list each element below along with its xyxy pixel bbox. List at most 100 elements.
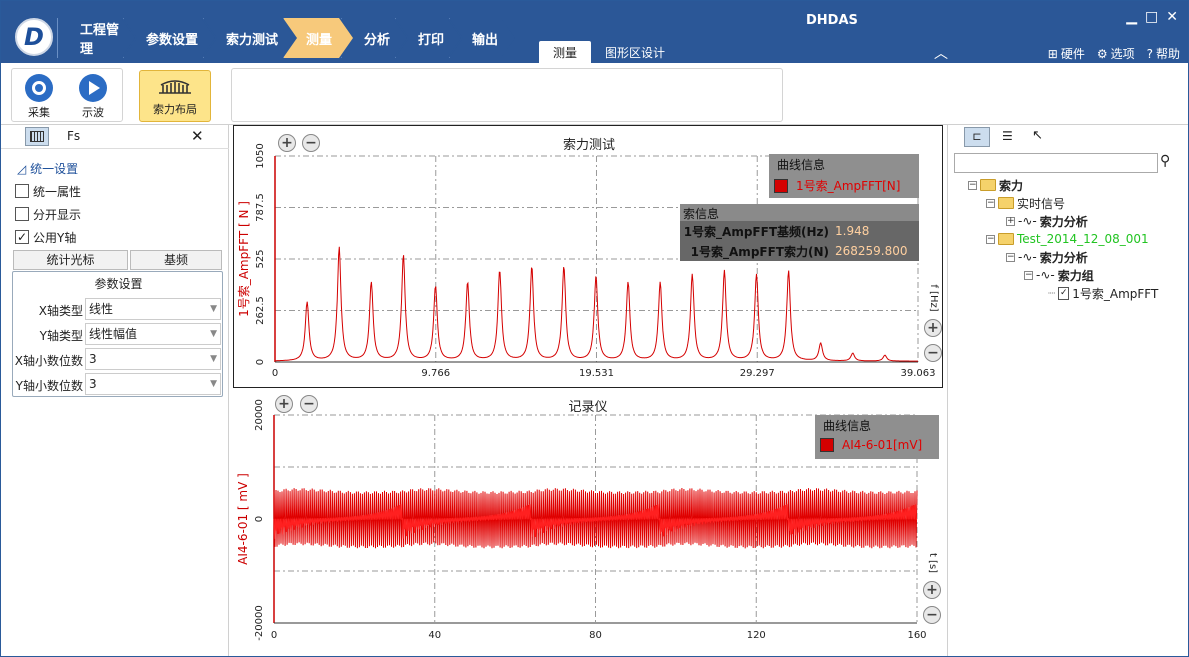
left-settings-panel: Fs ✕ ◿ 统一设置 统一属性 分开显示 ✓ 公用Y轴 统计光标 基频 参数设置… (1, 125, 229, 656)
y-axis-label: AI4-6-01 [ mV ] (236, 473, 250, 565)
tree-view-icon[interactable]: ⊏ (964, 127, 990, 147)
tree-node-realtime[interactable]: − 实时信号 (986, 195, 1065, 211)
tree-search-input[interactable] (954, 153, 1158, 173)
x-tick-label: 39.063 (901, 368, 936, 379)
chart1-legend-item[interactable]: 1号索_AmpFFT[N] (769, 177, 919, 194)
record-icon (25, 74, 53, 102)
x-decimals-select[interactable]: 3 ▼ (85, 348, 221, 370)
legend-swatch (820, 438, 834, 452)
minimize-icon[interactable]: ▁ (1126, 9, 1137, 25)
tree-node-test[interactable]: − Test_2014_12_08_001 (986, 231, 1149, 247)
step-params[interactable]: 参数设置 (123, 18, 215, 58)
collapse-icon[interactable]: − (1024, 270, 1033, 280)
y-tick-label: 1050 (255, 143, 266, 168)
collapse-icon[interactable]: − (968, 180, 977, 190)
y-zoom-in-icon[interactable]: + (924, 319, 942, 337)
y-tick-label: 787.5 (255, 193, 266, 222)
list-view-icon[interactable]: ☰ (1002, 129, 1013, 143)
x-tick-label: 40 (428, 630, 441, 641)
x-tick-label: 9.766 (421, 368, 450, 379)
y-zoom-in-icon[interactable]: + (923, 581, 941, 599)
hardware-button[interactable]: ⊞ 硬件 (1048, 45, 1085, 62)
checkbox-split-display[interactable]: 分开显示 (15, 205, 81, 223)
step-project[interactable]: 工程管理 (57, 18, 135, 58)
checkbox-unified-props[interactable]: 统一属性 (15, 182, 81, 200)
y-zoom-out-icon[interactable]: − (923, 606, 941, 624)
signal-icon: -∿- (1018, 214, 1037, 228)
tree-node-cable-analysis-1[interactable]: + -∿- 索力分析 (1006, 213, 1088, 229)
x-tick-label: 160 (907, 630, 926, 641)
search-icon[interactable]: ⚲ (1160, 153, 1170, 169)
collapse-triangle-icon: ◿ (17, 162, 27, 176)
checkbox-box (15, 184, 29, 198)
dropdown-arrow-icon: ▼ (210, 354, 217, 364)
dropdown-arrow-icon: ▼ (210, 329, 217, 339)
collapse-ribbon-icon[interactable]: ︿ (934, 43, 948, 63)
step-cable-test[interactable]: 索力测试 (203, 18, 295, 58)
x-tick-label: 29.297 (740, 368, 775, 379)
chart2-legend-item[interactable]: AI4-6-01[mV] (815, 438, 939, 452)
x-tick-label: 0 (272, 368, 278, 379)
chart1-legend: 曲线信息 1号索_AmpFFT[N] (769, 154, 919, 198)
dropdown-arrow-icon: ▼ (210, 304, 217, 314)
tree-node-cable-analysis-2[interactable]: − -∿- 索力分析 (1006, 249, 1088, 265)
y-zoom-out-icon[interactable]: − (924, 344, 942, 362)
fs-tab[interactable]: Fs (67, 129, 80, 143)
folder-icon (998, 197, 1014, 209)
ribbon: 采集 示波 索力布局 (1, 63, 1188, 125)
pointer-icon[interactable]: ↖ (1032, 128, 1043, 143)
close-icon[interactable]: ✕ (1166, 9, 1178, 25)
document-check-icon: ✓ (1058, 286, 1070, 300)
signal-icon: -∿- (1036, 268, 1055, 282)
folder-icon (998, 233, 1014, 245)
cable-info-box: 索信息 1号索_AmpFFT基频(Hz) 1.948 1号索_AmpFFT索力(N… (680, 204, 919, 261)
checkbox-box (15, 207, 29, 221)
chart2-legend: 曲线信息 AI4-6-01[mV] (815, 415, 939, 459)
x-tick-label: 19.531 (579, 368, 614, 379)
y-tick-label: 0 (255, 359, 266, 365)
app-logo: D (15, 18, 53, 56)
chart-recorder: + − 记录仪 0 40 80 120 160 -20000 0 20000 AI4-6-01 … (233, 391, 943, 653)
y-tick-label: 0 (254, 516, 265, 522)
help-button[interactable]: ? 帮助 (1147, 45, 1180, 62)
param-x-decimals: X轴小数位数 3 ▼ (13, 348, 224, 372)
collapse-icon[interactable]: − (1006, 252, 1015, 262)
workflow-steps: 工程管理 参数设置 索力测试 测量 分析 打印 输出 (57, 18, 503, 58)
tree-node-cable-group[interactable]: − -∿- 索力组 (1024, 267, 1094, 283)
y-type-select[interactable]: 线性幅值 ▼ (85, 323, 221, 345)
param-y-type: Y轴类型 线性幅值 ▼ (13, 323, 224, 347)
ribbon-group-acquire: 采集 示波 (11, 68, 123, 122)
scope-button[interactable]: 示波 (72, 71, 114, 121)
title-bar: D 工程管理 参数设置 索力测试 测量 分析 打印 输出 DHDAS ▁ □ ✕… (1, 1, 1188, 63)
options-button[interactable]: ⚙ 选项 (1097, 45, 1135, 62)
app-title: DHDAS (806, 13, 858, 28)
tab-graph-design[interactable]: 图形区设计 (591, 41, 679, 63)
ribbon-empty-group (231, 68, 783, 122)
x-tick-label: 0 (271, 630, 277, 641)
tab-measure[interactable]: 测量 (539, 41, 592, 63)
param-y-decimals: Y轴小数位数 3 ▼ (13, 373, 224, 397)
y-decimals-select[interactable]: 3 ▼ (85, 373, 221, 395)
app-window: D 工程管理 参数设置 索力测试 测量 分析 打印 输出 DHDAS ▁ □ ✕… (0, 0, 1189, 657)
maximize-icon[interactable]: □ (1145, 9, 1158, 25)
x-type-select[interactable]: 线性 ▼ (85, 298, 221, 320)
acquire-button[interactable]: 采集 (18, 71, 60, 121)
tree-node-cable[interactable]: − 索力 (968, 177, 1023, 193)
tree-node-cable1-fft[interactable]: ┈ ✓ 1号索_AmpFFT (1048, 285, 1158, 301)
expand-icon[interactable]: + (1006, 216, 1015, 226)
calendar-icon[interactable] (25, 127, 49, 146)
chart-cable-test: + − 索力测试 0 9.766 19.531 29.297 39.063 0 262.5 5… (233, 125, 943, 388)
section-unified-settings[interactable]: ◿ 统一设置 (17, 160, 78, 177)
signal-icon: -∿- (1018, 250, 1037, 264)
cable-layout-button[interactable]: 索力布局 (139, 70, 211, 122)
y-tick-label: 20000 (254, 399, 265, 431)
collapse-icon[interactable]: − (986, 198, 995, 208)
tools-icon[interactable]: ✕ (191, 127, 204, 145)
tab-stat-cursor[interactable]: 统计光标 (13, 250, 128, 270)
checkbox-shared-y[interactable]: ✓ 公用Y轴 (15, 228, 76, 246)
collapse-icon[interactable]: − (986, 234, 995, 244)
top-right-menu: ⊞ 硬件 ⚙ 选项 ? 帮助 (1048, 45, 1180, 62)
tab-fundamental[interactable]: 基频 (130, 250, 222, 270)
param-x-type: X轴类型 线性 ▼ (13, 298, 224, 322)
network-icon: ⊞ (1047, 46, 1058, 61)
